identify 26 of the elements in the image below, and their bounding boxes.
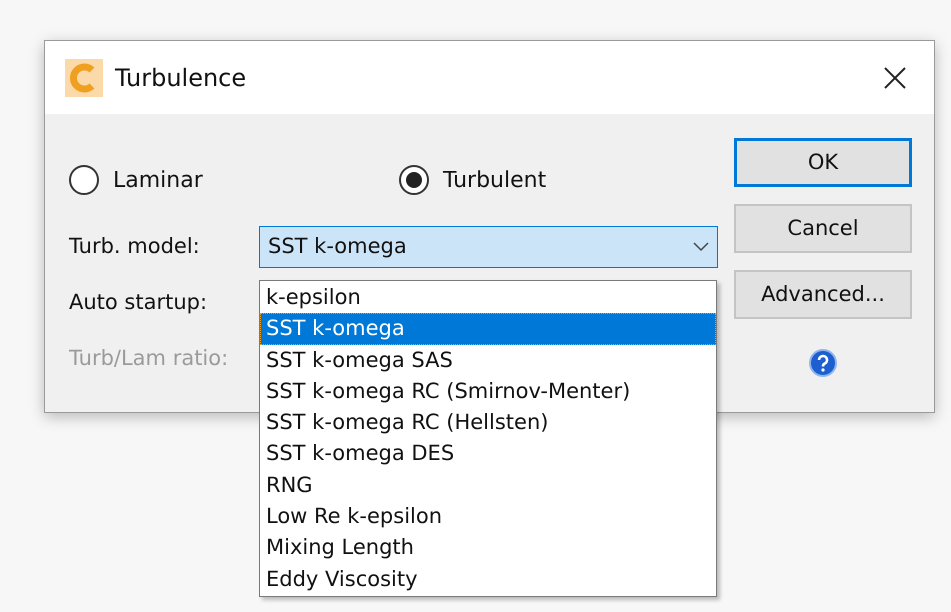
field-label: Auto startup: <box>69 289 208 316</box>
radio-button[interactable] <box>399 165 429 195</box>
window-title: Turbulence <box>115 62 246 94</box>
close-icon <box>883 66 907 90</box>
dialog-button[interactable]: Advanced... <box>734 270 912 319</box>
dropdown-option[interactable]: RNG <box>260 470 716 502</box>
model-dropdown[interactable]: SST k-omega <box>259 226 718 268</box>
radio-button[interactable] <box>69 165 99 195</box>
app-logo-icon <box>65 58 103 96</box>
dialog-button[interactable]: OK <box>734 138 912 187</box>
dropdown-option[interactable]: SST k-omega RC (Smirnov-Menter) <box>260 376 716 408</box>
dropdown-option[interactable]: SST k-omega SAS <box>260 344 716 376</box>
dialog-button[interactable]: Cancel <box>734 204 912 253</box>
dropdown-option[interactable]: k-epsilon <box>260 282 716 314</box>
radio-option[interactable]: Turbulent <box>399 164 546 196</box>
dropdown-option[interactable]: Mixing Length <box>260 532 716 564</box>
field-label: Turb. model: <box>69 233 201 260</box>
radio-option[interactable]: Laminar <box>69 164 399 196</box>
help-icon <box>809 349 837 377</box>
field-label: Turb/Lam ratio: <box>69 345 230 372</box>
dropdown-option[interactable]: Low Re k-epsilon <box>260 501 716 532</box>
dropdown-option[interactable]: SST k-omega DES <box>260 438 716 470</box>
dropdown-option[interactable]: SST k-omega RC (Hellsten) <box>260 407 716 438</box>
dropdown-option[interactable]: SST k-omega <box>260 313 716 345</box>
chevron-down-icon <box>693 242 709 252</box>
dropdown-option[interactable]: Eddy Viscosity <box>260 564 716 595</box>
